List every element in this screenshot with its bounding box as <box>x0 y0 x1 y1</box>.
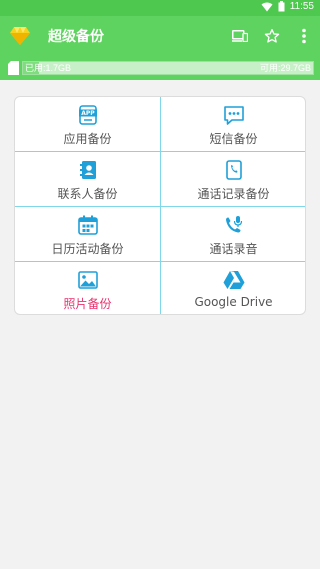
calendar-icon <box>77 215 98 235</box>
app-icon: APP <box>78 105 97 125</box>
app-backup-item[interactable]: APP 应用备份 <box>15 97 160 151</box>
app-bar: 超级备份 <box>0 16 320 56</box>
calendar-backup-item[interactable]: 日历活动备份 <box>15 207 160 261</box>
storage-free-label: 可用:29.7GB <box>259 63 311 73</box>
call-recording-icon <box>225 216 242 233</box>
google-drive-icon <box>223 271 244 289</box>
call-recording-label: 通话录音 <box>209 242 258 256</box>
contacts-backup-label: 联系人备份 <box>57 187 118 201</box>
battery-icon <box>278 1 285 12</box>
contacts-backup-item[interactable]: 联系人备份 <box>15 152 160 206</box>
star-icon <box>264 29 280 43</box>
storage-bar: 已用:1.7GB 可用:29.7GB <box>0 56 320 80</box>
grid-row-divider <box>15 206 305 207</box>
app-backup-label: 应用备份 <box>63 132 112 146</box>
devices-icon <box>232 30 248 42</box>
photo-backup-item[interactable]: 照片备份 <box>15 262 160 314</box>
google-drive-label: Google Drive <box>194 295 273 309</box>
more-options-button[interactable] <box>293 25 315 47</box>
more-vert-icon <box>302 28 306 44</box>
status-bar: 11:55 <box>0 0 320 16</box>
sd-card-icon <box>8 61 19 75</box>
wifi-icon <box>261 2 273 11</box>
sms-icon <box>223 105 244 125</box>
call-recording-item[interactable]: 通话录音 <box>161 207 305 261</box>
call-log-backup-label: 通话记录备份 <box>197 187 270 201</box>
google-drive-item[interactable]: Google Drive <box>161 262 305 314</box>
storage-usage-track: 已用:1.7GB 可用:29.7GB <box>22 61 314 75</box>
calendar-backup-label: 日历活动备份 <box>51 242 124 256</box>
status-icons: 11:55 <box>261 1 314 12</box>
contacts-icon <box>79 161 96 179</box>
devices-button[interactable] <box>229 25 251 47</box>
favorite-button[interactable] <box>261 25 283 47</box>
diamond-logo-icon <box>10 27 30 45</box>
storage-used-label: 已用:1.7GB <box>25 63 72 73</box>
call-log-backup-item[interactable]: 通话记录备份 <box>161 152 305 206</box>
grid-row-divider <box>15 261 305 262</box>
call-log-icon <box>225 160 242 180</box>
sms-backup-item[interactable]: 短信备份 <box>161 97 305 151</box>
backup-grid: APP 应用备份 短信备份 联系人备份 通话记录备份 日历活动备份 通话录音 照… <box>14 96 306 315</box>
status-time: 11:55 <box>289 1 314 12</box>
svg-text:APP: APP <box>81 110 95 117</box>
grid-row-divider <box>15 151 305 152</box>
photo-backup-label: 照片备份 <box>63 297 112 311</box>
photo-icon <box>77 271 98 289</box>
app-title: 超级备份 <box>48 29 104 45</box>
sms-backup-label: 短信备份 <box>209 132 258 146</box>
